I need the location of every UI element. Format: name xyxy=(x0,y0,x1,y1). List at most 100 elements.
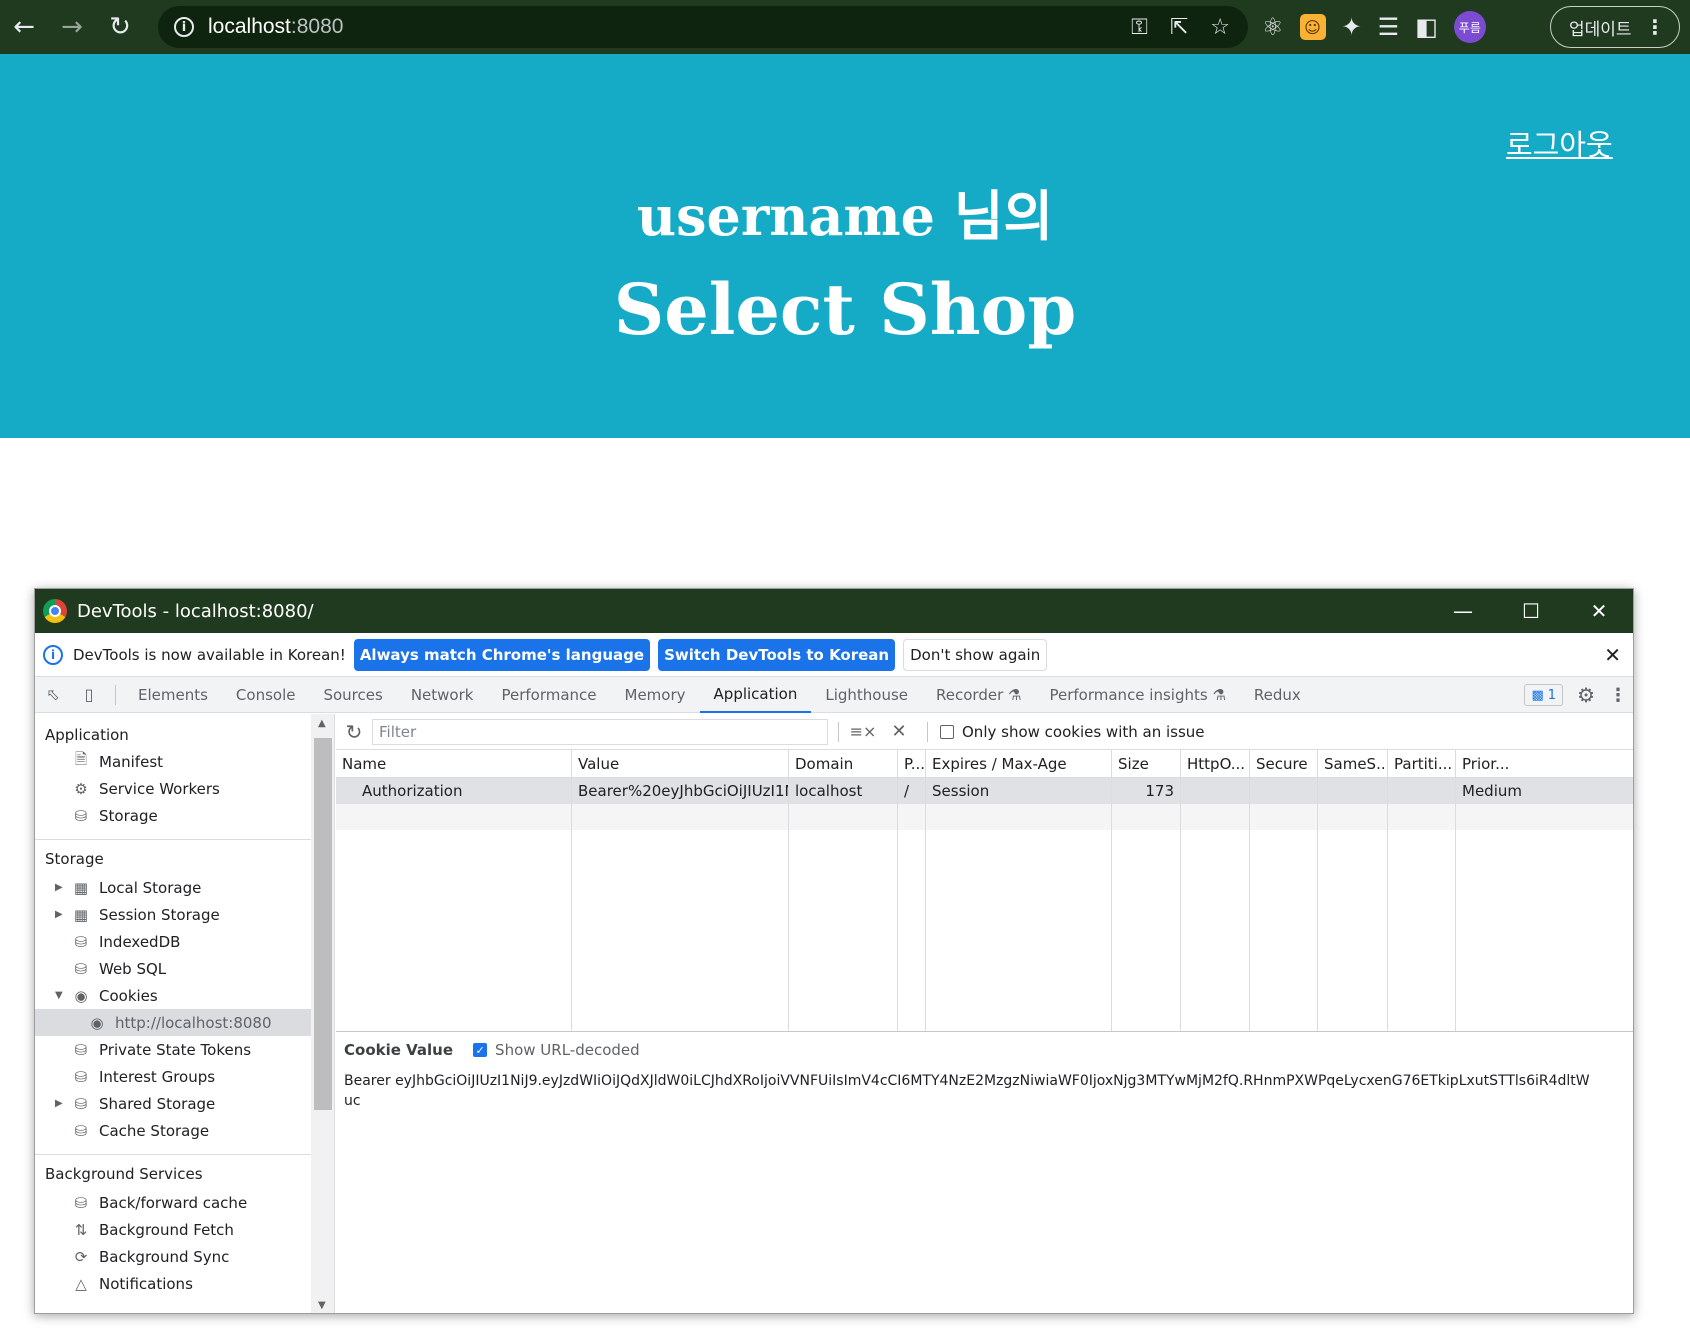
tab-performance[interactable]: Performance xyxy=(487,677,610,713)
delete-selected-icon[interactable]: ✕ xyxy=(881,714,917,750)
tab-elements[interactable]: Elements xyxy=(124,677,222,713)
table-row[interactable]: Authorization Bearer%20eyJhbGciOiJIUzI1N… xyxy=(336,778,1633,804)
address-bar[interactable]: i localhost:8080 ⚿ ⇱ ☆ xyxy=(158,6,1248,48)
column-header-httponly[interactable]: HttpO... xyxy=(1181,750,1250,777)
cell-samesite[interactable] xyxy=(1318,778,1388,804)
sidebar-item-web-sql[interactable]: ⛁ Web SQL xyxy=(35,955,311,982)
column-header-priority[interactable]: Prior... xyxy=(1456,750,1633,777)
tab-network[interactable]: Network xyxy=(397,677,488,713)
tab-performance-insights[interactable]: Performance insights ⚗ xyxy=(1035,677,1239,713)
cell-path[interactable]: / xyxy=(898,778,926,804)
minimize-icon[interactable]: — xyxy=(1429,589,1497,633)
cell-domain[interactable]: localhost xyxy=(789,778,898,804)
share-icon[interactable]: ⇱ xyxy=(1170,15,1188,40)
tab-console[interactable]: Console xyxy=(222,677,310,713)
close-icon[interactable]: ✕ xyxy=(1565,589,1633,633)
column-header-size[interactable]: Size xyxy=(1112,750,1181,777)
sidebar-item-cookie-origin[interactable]: ◉ http://localhost:8080 xyxy=(35,1009,311,1036)
tab-lighthouse[interactable]: Lighthouse xyxy=(811,677,922,713)
dont-show-again-button[interactable]: Don't show again xyxy=(903,638,1048,671)
column-header-value[interactable]: Value xyxy=(572,750,789,777)
switch-korean-button[interactable]: Switch DevTools to Korean xyxy=(658,638,896,671)
cell-priority[interactable]: Medium xyxy=(1456,778,1633,804)
inspect-element-icon[interactable]: ⬁ xyxy=(35,677,71,713)
scroll-up-arrow-icon[interactable]: ▲ xyxy=(318,718,326,729)
tab-application[interactable]: Application xyxy=(699,677,812,713)
column-header-secure[interactable]: Secure xyxy=(1250,750,1318,777)
tab-performance-insights-label: Performance insights xyxy=(1049,685,1208,704)
sidebar-item-cookies[interactable]: ▼ ◉ Cookies xyxy=(35,982,311,1009)
cell-size[interactable]: 173 xyxy=(1112,778,1181,804)
media-queue-icon[interactable]: ☰ xyxy=(1378,13,1400,41)
sidebar-item-private-state-tokens[interactable]: ⛁ Private State Tokens xyxy=(35,1036,311,1063)
cell-value[interactable]: Bearer%20eyJhbGciOiJIUzI1N... xyxy=(572,778,789,804)
sidebar-item-background-sync[interactable]: ⟳ Background Sync xyxy=(35,1243,311,1270)
tab-sources[interactable]: Sources xyxy=(309,677,396,713)
back-arrow-icon[interactable]: ← xyxy=(0,0,48,54)
tab-memory[interactable]: Memory xyxy=(611,677,700,713)
expand-triangle-icon[interactable]: ▶ xyxy=(55,909,63,920)
sidebar-item-notifications[interactable]: △ Notifications xyxy=(35,1270,311,1297)
emoji-extension-icon[interactable]: ☺ xyxy=(1299,14,1326,40)
column-header-expires[interactable]: Expires / Max-Age xyxy=(926,750,1112,777)
sidebar-item-interest-groups[interactable]: ⛁ Interest Groups xyxy=(35,1063,311,1090)
expand-triangle-icon[interactable]: ▶ xyxy=(55,882,63,893)
site-info-icon[interactable]: i xyxy=(174,17,194,37)
sidebar-item-cache-storage[interactable]: ⛁ Cache Storage xyxy=(35,1117,311,1144)
application-sidebar: Application 🗎 Manifest ⚙ Service Workers… xyxy=(35,714,311,1313)
show-url-decoded-label[interactable]: Show URL-decoded xyxy=(495,1041,640,1059)
forward-arrow-icon[interactable]: → xyxy=(48,0,96,54)
column-header-domain[interactable]: Domain xyxy=(789,750,898,777)
sidebar-item-local-storage[interactable]: ▶ ▦ Local Storage xyxy=(35,874,311,901)
sidebar-scrollbar[interactable]: ▲ ▼ xyxy=(311,714,335,1313)
sidebar-item-manifest[interactable]: 🗎 Manifest xyxy=(35,748,311,775)
settings-gear-icon[interactable]: ⚙ xyxy=(1577,683,1595,707)
column-header-samesite[interactable]: SameS... xyxy=(1318,750,1388,777)
scroll-down-arrow-icon[interactable]: ▼ xyxy=(318,1300,326,1311)
cell-name[interactable]: Authorization xyxy=(336,778,572,804)
up-down-arrows-icon: ⇅ xyxy=(74,1220,88,1239)
infobar-close-icon[interactable]: ✕ xyxy=(1604,643,1621,667)
cell-partition[interactable] xyxy=(1388,778,1456,804)
tab-recorder[interactable]: Recorder ⚗ xyxy=(922,677,1035,713)
update-button[interactable]: 업데이트 ⋮ xyxy=(1550,6,1680,48)
collapse-triangle-icon[interactable]: ▼ xyxy=(55,990,63,1001)
clear-filtered-icon[interactable]: ≡× xyxy=(845,714,881,750)
extensions-puzzle-icon[interactable]: ✦ xyxy=(1342,13,1362,41)
sidebar-item-bfcache[interactable]: ⛁ Back/forward cache xyxy=(35,1189,311,1216)
sidebar-item-session-storage[interactable]: ▶ ▦ Session Storage xyxy=(35,901,311,928)
expand-triangle-icon[interactable]: ▶ xyxy=(55,1098,63,1109)
cookie-value-text[interactable]: Bearer eyJhbGciOiJIUzI1NiJ9.eyJzdWIiOiJQ… xyxy=(344,1071,1594,1111)
logout-link[interactable]: 로그아웃 xyxy=(1506,122,1613,164)
column-header-name[interactable]: Name xyxy=(336,750,572,777)
maximize-icon[interactable]: ☐ xyxy=(1497,589,1565,633)
show-url-decoded-checkbox[interactable]: ✓ xyxy=(473,1043,488,1057)
sidebar-item-service-workers[interactable]: ⚙ Service Workers xyxy=(35,775,311,802)
sidebar-item-shared-storage[interactable]: ▶ ⛁ Shared Storage xyxy=(35,1090,311,1117)
react-devtools-icon[interactable]: ⚛ xyxy=(1262,13,1284,41)
tab-redux[interactable]: Redux xyxy=(1240,677,1315,713)
reload-icon[interactable]: ↻ xyxy=(96,0,144,54)
sidebar-item-background-fetch[interactable]: ⇅ Background Fetch xyxy=(35,1216,311,1243)
url-text[interactable]: localhost:8080 xyxy=(208,15,343,39)
bookmark-star-icon[interactable]: ☆ xyxy=(1210,15,1230,40)
match-language-button[interactable]: Always match Chrome's language xyxy=(353,638,651,671)
scrollbar-thumb[interactable] xyxy=(314,738,332,1110)
side-panel-icon[interactable]: ◧ xyxy=(1415,13,1438,41)
column-header-path[interactable]: P... xyxy=(898,750,926,777)
issues-badge[interactable]: ▩ 1 xyxy=(1524,684,1564,706)
cell-secure[interactable] xyxy=(1250,778,1318,804)
only-issue-checkbox[interactable] xyxy=(940,724,954,739)
profile-avatar[interactable]: 푸름 xyxy=(1453,11,1486,43)
cell-expires[interactable]: Session xyxy=(926,778,1112,804)
refresh-icon[interactable]: ↻ xyxy=(336,714,372,750)
sidebar-item-indexeddb[interactable]: ⛁ IndexedDB xyxy=(35,928,311,955)
column-header-partition[interactable]: Partiti... xyxy=(1388,750,1456,777)
more-menu-icon[interactable]: ⋮ xyxy=(1609,685,1627,706)
sidebar-item-storage[interactable]: ⛁ Storage xyxy=(35,802,311,829)
device-toolbar-icon[interactable]: ▯ xyxy=(71,677,107,713)
sidebar-label: Local Storage xyxy=(99,878,202,897)
cell-httponly[interactable] xyxy=(1181,778,1250,804)
key-icon[interactable]: ⚿ xyxy=(1131,15,1148,40)
filter-input[interactable] xyxy=(372,718,828,745)
